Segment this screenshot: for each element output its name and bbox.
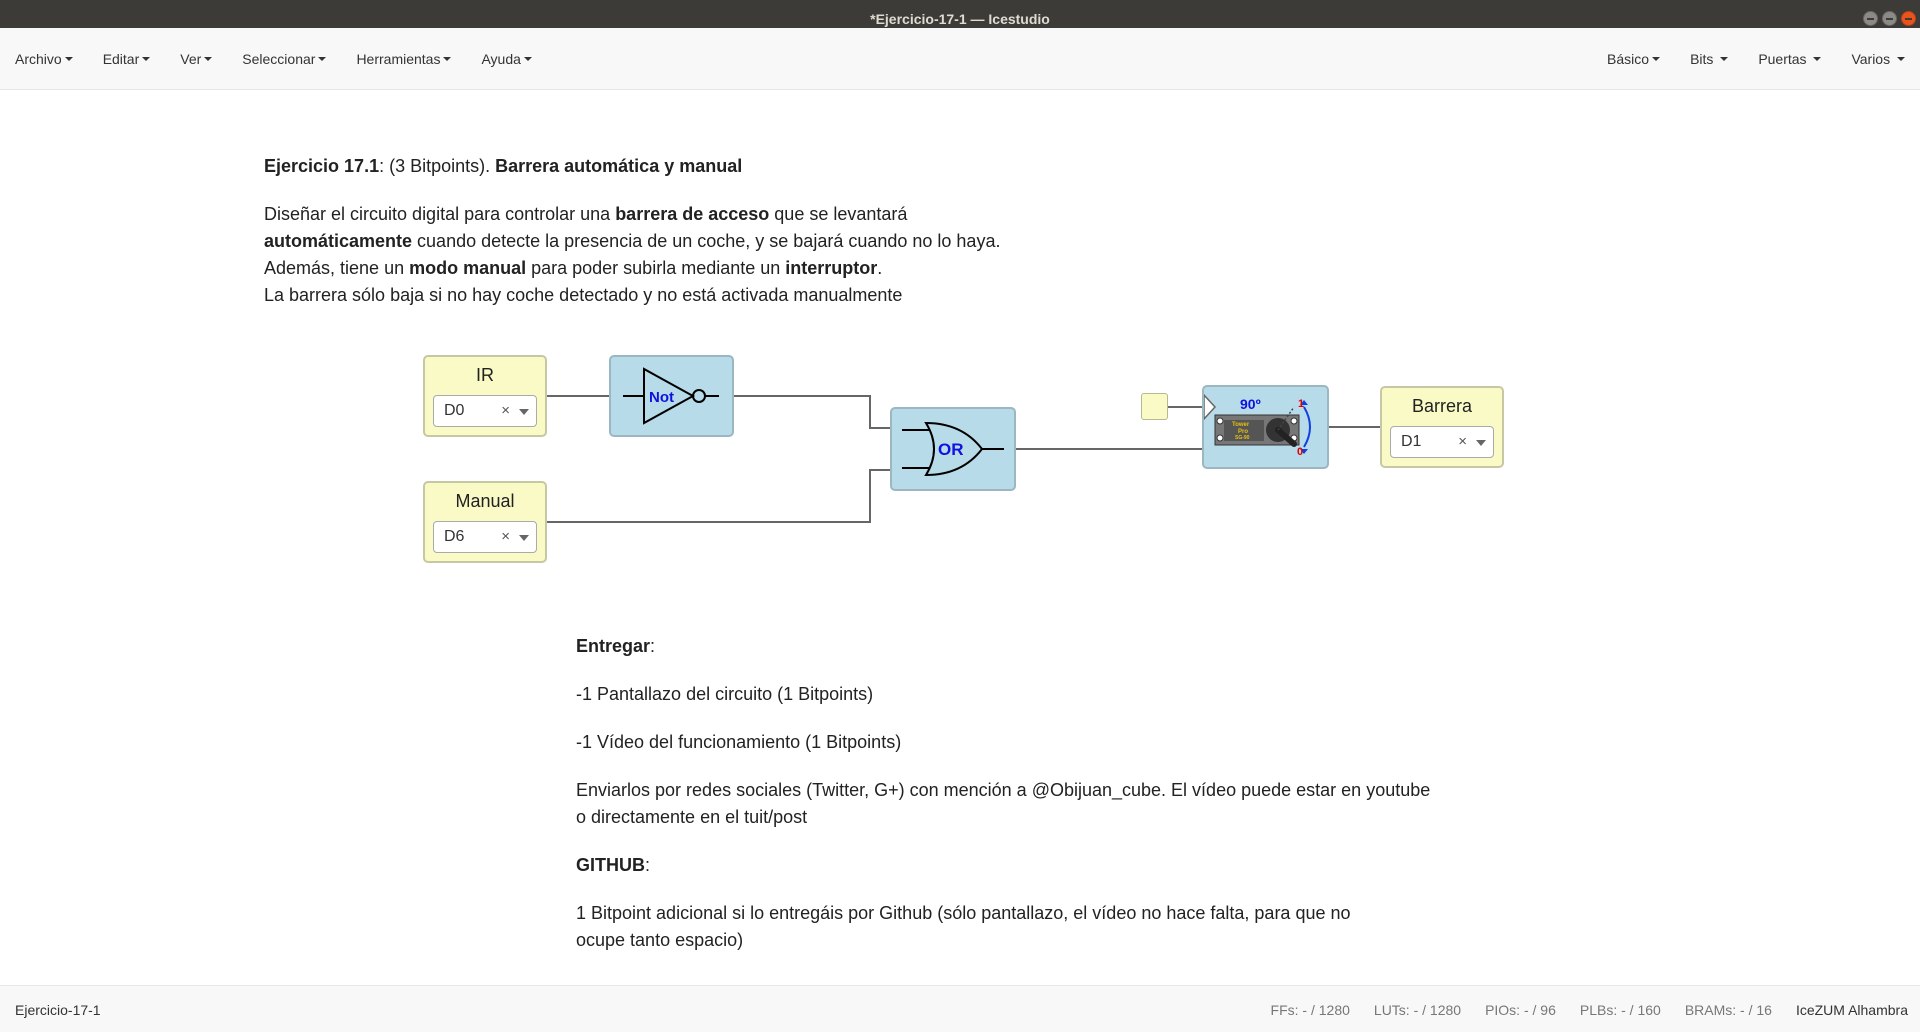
output-barrera-label: Barrera [1411,396,1473,416]
servo-block[interactable]: Tower Pro SG-90 90º 1 0 [1202,385,1329,469]
menu-left: Archivo Editar Ver Seleccionar Herramien… [0,28,547,90]
close-button[interactable] [1901,11,1916,26]
menubar: Archivo Editar Ver Seleccionar Herramien… [0,28,1920,90]
not-gate-label: Not [649,389,674,406]
status-resources: FFs: - / 1280 LUTs: - / 1280 PIOs: - / 9… [1271,1002,1908,1018]
window-titlebar: *Ejercicio-17-1 — Icestudio [0,0,1920,28]
servo-icon: Tower Pro SG-90 90º 1 0 [1203,393,1311,458]
menu-basico[interactable]: Básico [1592,51,1675,67]
send-instructions: Enviarlos por redes sociales (Twitter, G… [576,780,1431,827]
servo-angle-label: 90º [1240,396,1261,412]
or-gate-label: OR [938,440,964,459]
window-controls [1863,11,1916,26]
clear-icon[interactable]: × [501,396,510,426]
servo-brand-text: Tower [1232,422,1250,428]
caret-down-icon [142,57,151,61]
github-heading: GITHUB: [576,855,651,875]
output-block-barrera[interactable]: Barrera D1 × [1380,386,1504,468]
dropdown-icon[interactable] [519,409,529,415]
input-ir-label: IR [476,365,494,385]
constant-input-block[interactable] [1141,393,1168,420]
status-luts: LUTs: - / 1280 [1373,1002,1462,1018]
design-canvas[interactable]: Ejercicio 17.1: (3 Bitpoints). Barrera a… [0,91,1920,985]
entregar-heading: Entregar: [576,636,656,656]
menu-bits[interactable]: Bits [1675,51,1743,67]
menu-ver-label: Ver [180,51,202,67]
input-manual-label: Manual [455,491,515,511]
not-gate-icon: Not [623,367,719,425]
status-filename: Ejercicio-17-1 [15,1002,101,1018]
caret-down-icon [443,57,452,61]
or-gate-block[interactable]: OR [890,407,1016,491]
menu-herramientas[interactable]: Herramientas [341,51,466,67]
menu-seleccionar[interactable]: Seleccionar [227,51,341,67]
menu-basico-label: Básico [1607,51,1650,67]
menu-varios-label: Varios [1851,51,1891,67]
caret-down-icon [318,57,327,61]
dropdown-icon[interactable] [1476,440,1486,446]
servo-model-text: SG-90 [1235,435,1250,441]
caret-down-icon [1813,57,1822,61]
window-title: *Ejercicio-17-1 — Icestudio [870,11,1050,27]
menu-ver[interactable]: Ver [165,51,227,67]
status-pios: PIOs: - / 96 [1485,1002,1556,1018]
pin-manual-value: D6 [444,528,465,545]
minimize-button[interactable] [1863,11,1878,26]
pin-select-manual[interactable]: D6 × [433,521,537,553]
dropdown-icon[interactable] [519,535,529,541]
caret-down-icon [1720,57,1729,61]
status-plbs: PLBs: - / 160 [1579,1002,1661,1018]
not-gate-block[interactable]: Not [609,355,734,437]
status-ffs: FFs: - / 1280 [1270,1002,1350,1018]
menu-puertas-label: Puertas [1758,51,1807,67]
wire-manual-or [547,469,892,523]
deliverable-item: -1 Vídeo del funcionamiento (1 Bitpoints… [576,732,902,752]
menu-ayuda-label: Ayuda [481,51,521,67]
caret-down-icon [1652,57,1661,61]
menu-archivo[interactable]: Archivo [0,51,88,67]
github-instructions: 1 Bitpoint adicional si lo entregáis por… [576,903,1351,950]
clear-icon[interactable]: × [501,522,510,552]
status-brams: BRAMs: - / 16 [1684,1002,1772,1018]
maximize-button[interactable] [1882,11,1897,26]
input-block-manual[interactable]: Manual D6 × [423,481,547,563]
or-gate-icon: OR [902,421,1004,477]
wire-not-or [734,395,892,429]
servo-mark-0: 0 [1297,446,1303,458]
menu-ayuda[interactable]: Ayuda [466,51,546,67]
menu-puertas[interactable]: Puertas [1743,51,1836,67]
menu-varios[interactable]: Varios [1836,51,1920,67]
menu-editar-label: Editar [102,51,140,67]
menu-herramientas-label: Herramientas [356,51,441,67]
info-block-delivery[interactable]: Entregar: -1 Pantallazo del circuito (1 … [576,633,1476,975]
caret-down-icon [523,57,532,61]
input-block-ir[interactable]: IR D0 × [423,355,547,437]
pin-barrera-value: D1 [1401,433,1422,450]
deliverable-item: -1 Pantallazo del circuito (1 Bitpoints) [576,684,874,704]
menu-archivo-label: Archivo [15,51,62,67]
menu-editar[interactable]: Editar [88,51,166,67]
status-board[interactable]: IceZUM Alhambra [1796,1002,1908,1018]
clear-icon[interactable]: × [1458,427,1467,457]
caret-down-icon [1897,57,1905,61]
pin-ir-value: D0 [444,402,465,419]
pin-select-ir[interactable]: D0 × [433,395,537,427]
menu-right: Básico Bits Puertas Varios [1592,28,1920,90]
pin-select-barrera[interactable]: D1 × [1390,426,1494,458]
menu-bits-label: Bits [1690,51,1714,67]
caret-down-icon [64,57,73,61]
caret-down-icon [204,57,213,61]
statusbar: Ejercicio-17-1 FFs: - / 1280 LUTs: - / 1… [0,985,1920,1032]
menu-seleccionar-label: Seleccionar [242,51,316,67]
servo-mark-1: 1 [1298,398,1304,410]
